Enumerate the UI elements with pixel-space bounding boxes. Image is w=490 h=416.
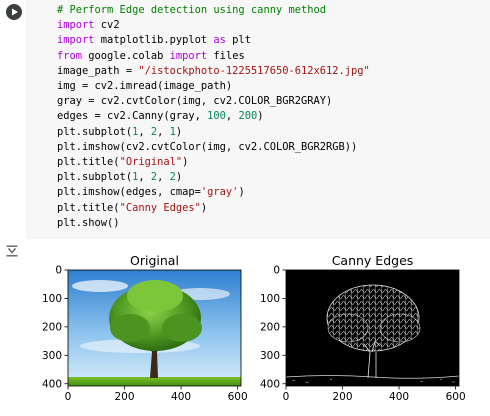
code-token: # Perform Edge detection using canny met… (57, 4, 326, 16)
subplot-title: Canny Edges (332, 253, 414, 268)
code-token: cv2 (94, 19, 120, 32)
code-token: ) (175, 171, 183, 184)
code-line: edges = cv2.Canny(gray, 100, 200) (57, 110, 263, 122)
code-token: google.colab (82, 49, 170, 62)
code-line: plt.imshow(edges, cmap='gray') (57, 186, 245, 198)
code-line: # Perform Edge detection using canny met… (57, 4, 326, 16)
code-token: import (169, 49, 208, 62)
x-tick-label: 200 (115, 391, 135, 403)
y-tick-label: 0 (273, 265, 280, 277)
x-tick-label: 600 (446, 391, 466, 403)
original-image (68, 270, 241, 386)
y-tick-label: 400 (260, 378, 280, 390)
code-token: "Original" (119, 156, 183, 169)
code-line: plt.title("Original") (57, 156, 188, 168)
code-line: import matplotlib.pyplot as plt (57, 34, 251, 46)
code-token: 'gray' (200, 186, 239, 199)
code-token: gray = cv2.cvtColor(img, cv2.COLOR_BGR2G… (57, 95, 333, 108)
code-token: img = cv2.imread(image_path) (57, 80, 233, 93)
code-token: ) (238, 186, 245, 199)
code-token: , (138, 171, 151, 184)
code-token: ) (182, 156, 189, 169)
code-token: image_path = (57, 64, 139, 77)
code-token: plt.title( (57, 201, 120, 214)
x-tick-label: 0 (65, 391, 72, 403)
code-line: gray = cv2.cvtColor(img, cv2.COLOR_BGR2G… (57, 95, 332, 107)
y-tick-label: 300 (42, 350, 62, 362)
x-tick-label: 0 (283, 391, 290, 403)
code-token: matplotlib.pyplot (94, 34, 214, 47)
code-token: plt.imshow(cv2.cvtColor(img, cv2.COLOR_B… (57, 140, 358, 153)
code-line: import cv2 (57, 19, 120, 31)
code-token: plt.show() (57, 216, 120, 229)
canny-edges-image (286, 270, 459, 386)
y-tick-label: 200 (260, 321, 280, 333)
play-icon (12, 8, 18, 16)
code-token: , (157, 171, 170, 184)
code-token: plt.subplot( (57, 125, 133, 138)
code-token: "Canny Edges" (119, 201, 201, 214)
code-token: import (57, 19, 95, 32)
code-line: plt.title("Canny Edges") (57, 202, 207, 214)
run-cell-button[interactable] (6, 4, 22, 20)
code-token: ) (200, 201, 208, 214)
code-line: image_path = "/istockphoto-1225517650-61… (57, 65, 370, 77)
y-tick-label: 200 (42, 321, 62, 333)
code-cell[interactable]: # Perform Edge detection using canny met… (26, 0, 490, 239)
code-token: files (207, 49, 245, 62)
code-token: from (57, 49, 83, 62)
code-token: ) (257, 110, 264, 123)
code-token: "/istockphoto-1225517650-612x612.jpg" (138, 64, 370, 77)
code-token: 200 (238, 110, 258, 123)
subplot-title: Original (130, 253, 179, 268)
code-token: plt.imshow(edges, cmap= (57, 186, 201, 199)
y-tick-label: 0 (55, 265, 62, 277)
y-tick-label: 100 (260, 293, 280, 305)
code-token: plt (225, 34, 251, 47)
code-token: , (225, 110, 239, 123)
x-tick-label: 200 (333, 391, 353, 403)
code-token: as (213, 34, 226, 47)
code-token: , (138, 125, 151, 138)
y-tick-label: 300 (260, 350, 280, 362)
x-tick-label: 600 (228, 391, 248, 403)
code-token: import (57, 34, 95, 47)
code-token: edges = cv2.Canny(gray, (57, 110, 208, 123)
code-line: plt.subplot(1, 2, 1) (57, 126, 182, 138)
y-tick-label: 400 (42, 378, 62, 390)
code-editor[interactable]: # Perform Edge detection using canny met… (57, 3, 370, 231)
code-token: , (157, 125, 170, 138)
code-token: ) (175, 125, 183, 138)
code-line: plt.show() (57, 217, 120, 229)
y-tick-label: 100 (42, 293, 62, 305)
code-line: img = cv2.imread(image_path) (57, 80, 232, 92)
output-figure: Original 0 200 400 600 0 100 200 300 400 Canny Edg… (42, 253, 466, 403)
x-tick-label: 400 (171, 391, 191, 403)
code-token: plt.subplot( (57, 171, 133, 184)
x-tick-label: 400 (389, 391, 409, 403)
code-line: from google.colab import files (57, 50, 245, 62)
code-token: 100 (207, 110, 226, 123)
code-line: plt.subplot(1, 2, 2) (57, 171, 182, 183)
code-token: plt.title( (57, 156, 120, 169)
code-line: plt.imshow(cv2.cvtColor(img, cv2.COLOR_B… (57, 141, 357, 153)
